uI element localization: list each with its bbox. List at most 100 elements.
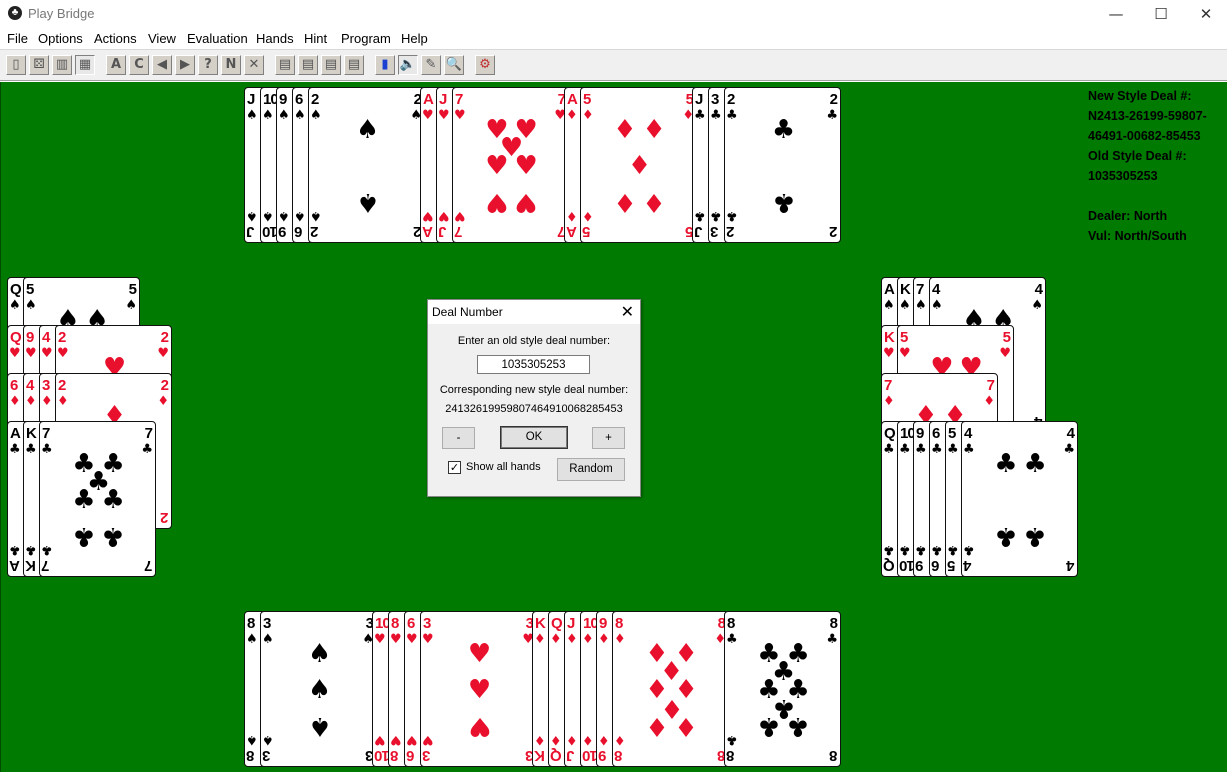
layout-4-icon[interactable]: ▤ [344, 55, 364, 75]
card-rank-bottom: 6 [295, 223, 303, 240]
card-rank-bottom: 7 [455, 223, 463, 240]
diamonds-icon: ♦ [582, 632, 594, 647]
spades-pip-icon: ♠ [307, 675, 332, 705]
diamonds-icon: ♦ [566, 632, 578, 647]
card-rank-bottom: 8 [391, 747, 399, 764]
spades-pip-icon: ♠ [307, 711, 332, 741]
card-north-hearts-2[interactable]: 7 ♥ 7 ♥ 7 ♥ 7 ♥ ♥ ♥ ♥ ♥ ♥ ♥ [452, 87, 569, 243]
cancel-icon[interactable]: ✕ [244, 55, 264, 75]
old-style-deal-value: 1035305253 [1088, 169, 1158, 183]
menu-program[interactable]: Program [341, 31, 391, 46]
card-rank: K [884, 329, 895, 346]
minimize-button[interactable]: — [1093, 0, 1139, 28]
search-icon[interactable]: 🔍 [444, 55, 464, 75]
clubs-icon: ♣ [141, 442, 153, 457]
menu-actions[interactable]: Actions [94, 31, 137, 46]
card-rank: 7 [42, 425, 50, 442]
clubs-icon: ♣ [915, 542, 927, 557]
random-button[interactable]: Random [557, 458, 625, 481]
auction-a-icon[interactable]: A [106, 55, 126, 75]
show-all-hands-label: Show all hands [466, 461, 541, 473]
hearts-icon: ♥ [999, 346, 1011, 361]
hearts-pip-icon: ♥ [485, 151, 509, 181]
diamonds-icon: ♦ [598, 732, 610, 747]
auction-c-icon[interactable]: C [129, 55, 149, 75]
layout-1-icon[interactable]: ▤ [275, 55, 295, 75]
card-north-diamonds-1[interactable]: 5 ♦ 5 ♦ 5 ♦ 5 ♦ ♦ ♦ ♦ ♦ [580, 87, 697, 243]
menu-file[interactable]: File [7, 31, 28, 46]
card-south-hearts-3[interactable]: 3 ♥ 3 ♥ 3 ♥ 3 ♥ ♥ ♥ [420, 611, 537, 767]
menu-bar: File Options Actions View Evaluation Hands Hin… [0, 28, 1227, 49]
menu-evaluation[interactable]: Evaluation [187, 31, 248, 46]
clubs-icon: ♣ [694, 208, 706, 223]
layout-2-icon[interactable]: ▤ [298, 55, 318, 75]
clubs-icon: ♣ [963, 442, 975, 457]
spades-icon: ♠ [246, 732, 258, 747]
spades-icon: ♠ [262, 732, 274, 747]
card-rank-right: 2 [160, 377, 169, 394]
menu-hint[interactable]: Hint [304, 31, 327, 46]
layout-3-icon[interactable]: ▤ [321, 55, 341, 75]
maximize-button[interactable]: ☐ [1138, 0, 1184, 28]
decrement-button[interactable]: - [442, 427, 475, 449]
card-rank-bottom: 8 [615, 747, 623, 764]
settings-icon[interactable]: ⚙ [475, 55, 495, 75]
card-north-clubs-2[interactable]: 2 ♣ 2 ♣ 2 ♣ 2 ♣ ♣ [724, 87, 841, 243]
card-rank-bottom: A [10, 557, 20, 574]
card-south-clubs-0[interactable]: 8 ♣ 8 ♣ 8 ♣ 8 ♣ ♣ ♣ ♣ ♣ ♣ ♣ ♣ [724, 611, 841, 767]
deal-number-icon[interactable]: ▦ [75, 55, 95, 75]
n-icon[interactable]: N [221, 55, 241, 75]
open-deck-icon[interactable]: ▯ [6, 55, 26, 75]
menu-help[interactable]: Help [401, 31, 428, 46]
play-bridge-window: ♣ Play Bridge — ☐ ✕ File Options Actions Vi… [0, 0, 1227, 772]
hint-icon[interactable]: ? [198, 55, 218, 75]
menu-hands[interactable]: Hands [256, 31, 294, 46]
menu-options[interactable]: Options [38, 31, 83, 46]
card-rank: 8 [247, 615, 255, 632]
card-rank-bottom: 3 [423, 747, 431, 764]
spades-pip-icon: ♠ [355, 187, 380, 217]
card-rank-right: 4 [1034, 281, 1043, 298]
hearts-icon: ♥ [406, 732, 418, 747]
card-east-clubs-5[interactable]: 4 ♣ 4 ♣ 4 ♣ 4 ♣ ♣ ♣ ♣ [961, 421, 1078, 577]
display-icon[interactable]: ▥ [52, 55, 72, 75]
hearts-icon: ♥ [454, 108, 466, 123]
card-rank: 6 [295, 91, 303, 108]
deal-number-input[interactable] [477, 355, 590, 374]
card-south-diamonds-5[interactable]: 8 ♦ 8 ♦ 8 ♦ 8 ♦ ♦ ♦ ♦ ♦ ♦ ♦ ♦ [612, 611, 729, 767]
clubs-pip-icon: ♣ [101, 521, 125, 551]
card-rank: 7 [916, 281, 924, 298]
edit-icon[interactable]: ✎ [421, 55, 441, 75]
card-rank: 2 [58, 329, 66, 346]
hearts-icon: ♥ [9, 346, 21, 361]
close-button[interactable]: ✕ [1183, 0, 1227, 28]
card-rank: J [567, 615, 575, 632]
chart-icon[interactable]: ▮ [375, 55, 395, 75]
card-rank-bottom: 9 [279, 223, 287, 240]
card-rank-bottom: K [26, 557, 36, 574]
clubs-pip-icon: ♣ [101, 485, 125, 515]
random-deal-icon[interactable]: ⚄ [29, 55, 49, 75]
increment-button[interactable]: + [592, 427, 625, 449]
card-rank-bottom: 3 [711, 223, 719, 240]
sound-icon[interactable]: 🔈 [398, 55, 418, 75]
forward-icon[interactable]: ▶ [175, 55, 195, 75]
card-rank: 6 [407, 615, 415, 632]
card-west-clubs-2[interactable]: 7 ♣ 7 ♣ 7 ♣ 7 ♣ ♣ ♣ ♣ ♣ ♣ ♣ [39, 421, 156, 577]
card-south-spades-1[interactable]: 3 ♠ 3 ♠ 3 ♠ 3 ♠ ♠ ♠ [260, 611, 377, 767]
card-rank-right: 5 [128, 281, 137, 298]
ok-button[interactable]: OK [500, 426, 568, 449]
menu-view[interactable]: View [148, 31, 176, 46]
card-rank: 4 [932, 281, 940, 298]
card-rank: Q [884, 425, 896, 442]
dialog-close-icon[interactable]: ✕ [621, 302, 634, 321]
show-all-hands-checkbox[interactable]: ✓ [448, 461, 461, 474]
diamonds-pip-icon: ♦ [642, 187, 666, 217]
card-rank: 9 [279, 91, 287, 108]
card-rank: 3 [263, 615, 271, 632]
card-rank: 6 [10, 377, 18, 394]
back-icon[interactable]: ◀ [152, 55, 172, 75]
card-north-spades-4[interactable]: 2 ♠ 2 ♠ 2 ♠ 2 ♠ ♠ [308, 87, 425, 243]
clubs-pip-icon: ♣ [1023, 449, 1047, 479]
diamonds-icon: ♦ [614, 632, 626, 647]
